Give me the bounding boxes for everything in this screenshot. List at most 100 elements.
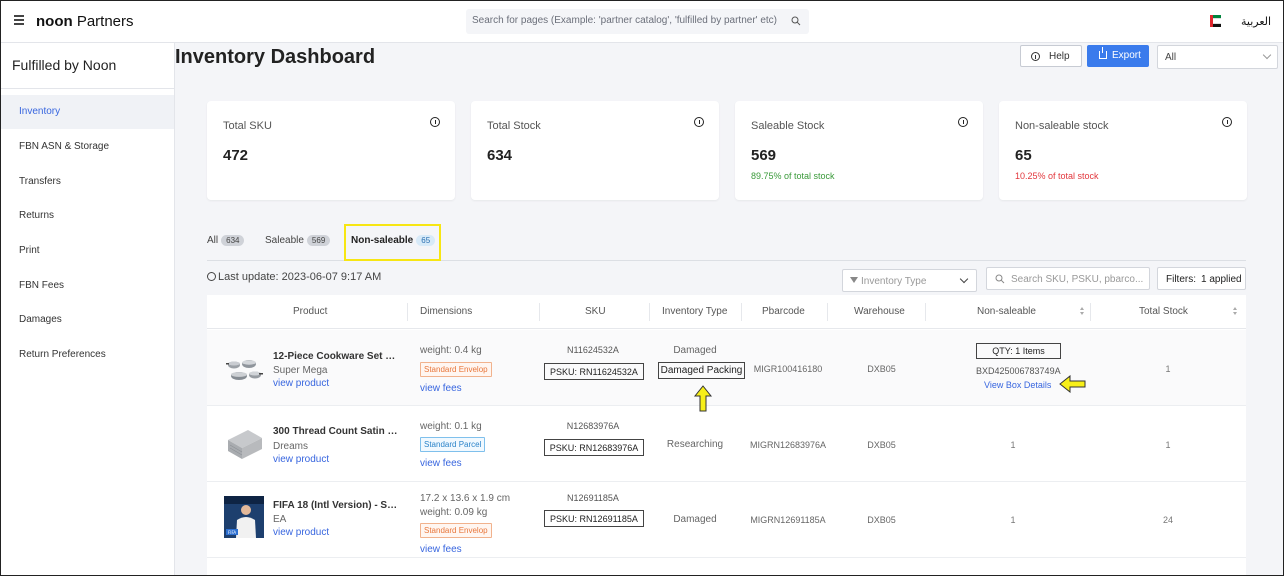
product-thumbnail-bedsheet: [228, 430, 262, 459]
tab-count-badge: 569: [306, 235, 331, 246]
tab-saleable[interactable]: Saleable 569: [265, 235, 331, 246]
column-header-inventory-type: Inventory Type: [662, 306, 728, 317]
stat-card-label: Total Stock: [487, 120, 541, 132]
tab-count-badge: 634: [221, 235, 245, 246]
product-name: 300 Thread Count Satin Stripe: [273, 426, 399, 437]
global-search-input[interactable]: Search for pages (Example: 'partner cata…: [466, 9, 809, 34]
pbarcode-value: MIGRN12683976A: [749, 440, 827, 450]
view-product-link[interactable]: view product: [273, 527, 329, 538]
view-box-details-link[interactable]: View Box Details: [984, 380, 1051, 390]
dimension-weight: weight: 0.09 kg: [420, 507, 488, 518]
view-fees-link[interactable]: view fees: [420, 383, 462, 394]
warehouse-value: DXB05: [867, 515, 896, 525]
info-icon[interactable]: [1222, 117, 1232, 127]
stat-card-percentage: 10.25% of total stock: [1015, 171, 1099, 181]
stat-card-value: 569: [751, 147, 777, 164]
table-row: 12-Piece Cookware Set Silver Super Mega …: [207, 330, 1246, 406]
stat-card-label: Saleable Stock: [751, 120, 825, 132]
product-name: FIFA 18 (Intl Version) - Sports: [273, 500, 399, 511]
sku-value: N11624532A: [567, 345, 619, 355]
sidebar-item-returns[interactable]: Returns: [1, 199, 174, 233]
stat-card-total-stock: Total Stock 634: [471, 101, 719, 200]
scope-select-value: All: [1165, 52, 1177, 63]
view-fees-link[interactable]: view fees: [420, 544, 462, 555]
column-header-warehouse: Warehouse: [854, 306, 905, 317]
export-button[interactable]: Export: [1087, 45, 1149, 67]
info-icon[interactable]: [430, 117, 440, 127]
info-icon[interactable]: [694, 117, 704, 127]
tab-all[interactable]: All 634: [207, 235, 245, 246]
product-thumbnail-cookware: [226, 360, 263, 380]
stat-card-value: 634: [487, 147, 513, 164]
sort-icon[interactable]: [1076, 306, 1085, 317]
scope-select[interactable]: All: [1157, 45, 1278, 69]
top-bar: noon Partners Search for pages (Example:…: [1, 1, 1283, 43]
sidebar-item-fbn-asn-storage[interactable]: FBN ASN & Storage: [1, 130, 174, 164]
non-saleable-value: 1: [1010, 515, 1016, 525]
inventory-type-select[interactable]: Inventory Type: [842, 269, 977, 292]
inventory-type-value: Damaged: [673, 514, 717, 525]
product-brand: Dreams: [273, 441, 309, 452]
language-switch[interactable]: العربية: [1241, 15, 1271, 28]
product-brand: EA: [273, 514, 287, 525]
stat-card-value: 65: [1015, 147, 1032, 164]
product-thumbnail-game: FIFA: [224, 496, 264, 538]
info-icon[interactable]: [958, 117, 968, 127]
hamburger-menu-icon[interactable]: [14, 15, 24, 25]
search-icon: [791, 16, 801, 26]
table-row: FIFA FIFA 18 (Intl Version) - Sports EA …: [207, 482, 1246, 558]
chevron-down-icon: [959, 274, 969, 284]
inventory-table: Product Dimensions SKU Inventory Type Pb…: [207, 295, 1246, 575]
info-icon: [1031, 52, 1040, 61]
box-id: BXD425006783749A: [976, 366, 1061, 376]
warehouse-value: DXB05: [867, 364, 896, 374]
table-row: 300 Thread Count Satin Stripe Dreams vie…: [207, 406, 1246, 482]
stat-card-total-sku: Total SKU 472: [207, 101, 455, 200]
inventory-type-value: Researching: [666, 439, 724, 450]
stat-card-value: 472: [223, 147, 249, 164]
sidebar-item-inventory[interactable]: Inventory: [1, 95, 174, 129]
export-button-label: Export: [1112, 50, 1141, 61]
filters-value: 1 applied: [1201, 274, 1242, 285]
filter-icon: [850, 277, 858, 283]
sku-search-input[interactable]: Search SKU, PSKU, pbarco...: [986, 267, 1150, 290]
stat-card-saleable-stock: Saleable Stock 569 89.75% of total stock: [735, 101, 983, 200]
view-fees-link[interactable]: view fees: [420, 458, 462, 469]
table-header: Product Dimensions SKU Inventory Type Pb…: [207, 295, 1246, 329]
package-type-badge: Standard Envelop: [420, 362, 492, 377]
sidebar-item-fbn-fees[interactable]: FBN Fees: [1, 269, 174, 303]
column-header-total-stock[interactable]: Total Stock: [1139, 306, 1188, 317]
stat-card-label: Total SKU: [223, 120, 272, 132]
psku-box: PSKU: RN11624532A: [544, 363, 644, 380]
stat-card-percentage: 89.75% of total stock: [751, 171, 835, 181]
chevron-down-icon: [1262, 50, 1272, 60]
column-header-non-saleable[interactable]: Non-saleable: [977, 306, 1036, 317]
page-title: Inventory Dashboard: [175, 46, 376, 68]
filters-button[interactable]: Filters: 1 applied: [1157, 267, 1246, 290]
psku-box: PSKU: RN12683976A: [544, 439, 644, 456]
dimension-size: 17.2 x 13.6 x 1.9 cm: [420, 493, 511, 504]
product-name: 12-Piece Cookware Set Silver: [273, 351, 399, 362]
inventory-type-value: Damaged: [673, 345, 717, 356]
view-product-link[interactable]: view product: [273, 378, 329, 389]
search-icon: [995, 274, 1005, 284]
psku-box: PSKU: RN12691185A: [544, 510, 644, 527]
sidebar-item-print[interactable]: Print: [1, 234, 174, 268]
sidebar-item-damages[interactable]: Damages: [1, 303, 174, 337]
help-button[interactable]: Help: [1020, 45, 1082, 67]
view-product-link[interactable]: view product: [273, 454, 329, 465]
sidebar-item-transfers[interactable]: Transfers: [1, 165, 174, 199]
sidebar: Fulfilled by Noon Inventory FBN ASN & St…: [1, 43, 175, 575]
download-icon: [1099, 47, 1107, 59]
sidebar-item-return-preferences[interactable]: Return Preferences: [1, 338, 174, 372]
column-header-pbarcode: Pbarcode: [762, 306, 805, 317]
brand-logo[interactable]: noon Partners: [36, 13, 134, 30]
last-update-text: Last update: 2023-06-07 9:17 AM: [207, 271, 381, 283]
app-frame: noon Partners Search for pages (Example:…: [0, 0, 1284, 576]
pbarcode-value: MIGRN12691185A: [750, 515, 826, 525]
column-header-sku: SKU: [585, 306, 606, 317]
sort-icon[interactable]: [1229, 306, 1238, 317]
inventory-type-placeholder: Inventory Type: [861, 276, 927, 287]
main-content: Inventory Dashboard Help Export All Tota…: [175, 43, 1283, 575]
inventory-subtype-box: Damaged Packing: [658, 362, 745, 379]
